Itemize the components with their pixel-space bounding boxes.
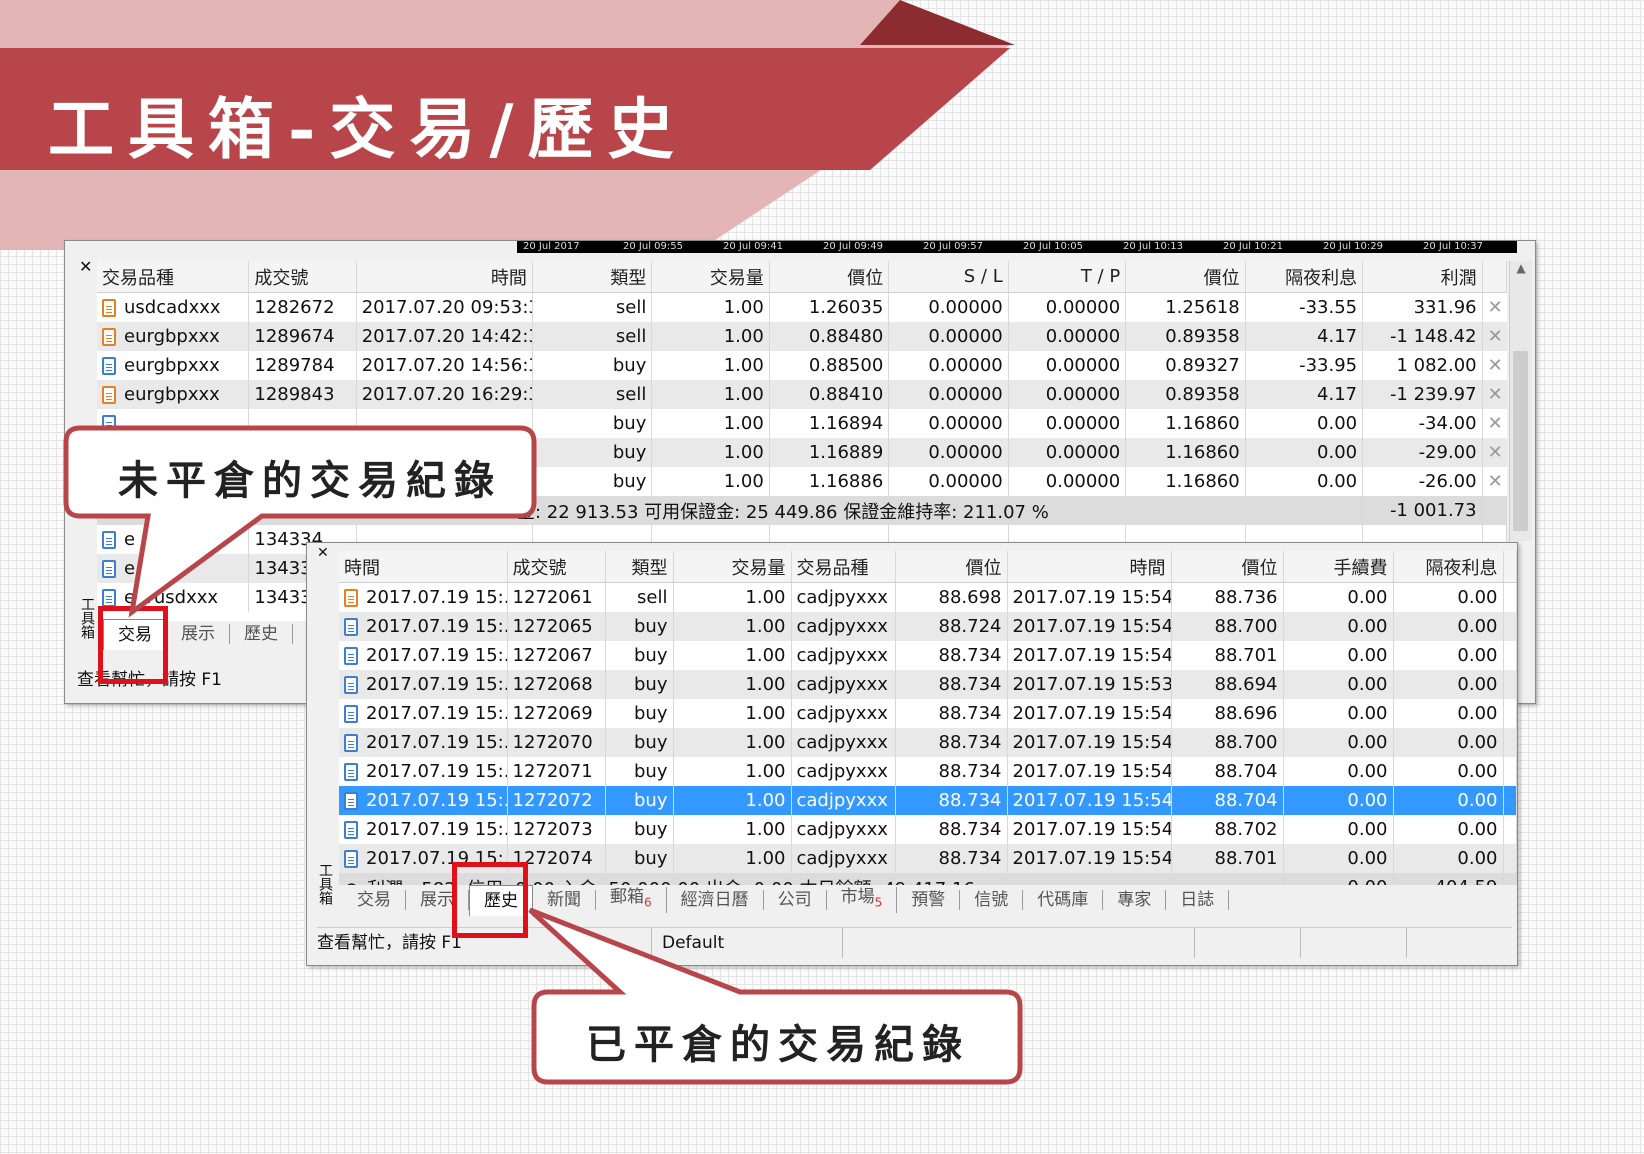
callout-closed-trades-text: 已平倉的交易紀錄 — [586, 1021, 970, 1068]
callout-closed-trades — [528, 907, 1023, 1085]
